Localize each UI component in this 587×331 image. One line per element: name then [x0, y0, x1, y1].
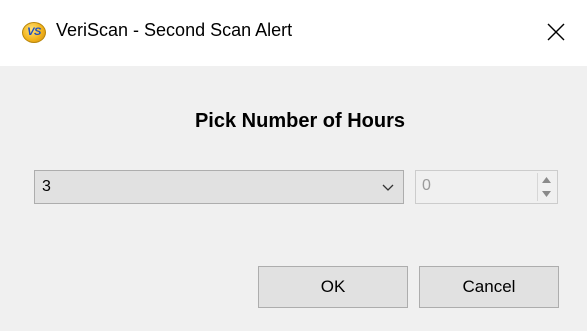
hours-select-value: 3 — [42, 178, 51, 195]
spin-down-button[interactable] — [538, 187, 555, 201]
spin-up-icon — [542, 177, 551, 183]
close-button[interactable] — [538, 14, 574, 50]
minutes-spinner[interactable]: 0 — [415, 170, 558, 204]
app-icon-text: VS — [27, 26, 41, 38]
close-icon — [547, 23, 565, 41]
spin-up-button[interactable] — [538, 173, 555, 187]
dialog-heading: Pick Number of Hours — [194, 110, 406, 132]
cancel-button[interactable]: Cancel — [419, 266, 559, 308]
veriscan-logo-icon: VS — [22, 22, 46, 43]
ok-button[interactable]: OK — [258, 266, 408, 308]
spinner-buttons — [537, 173, 555, 201]
window-title: VeriScan - Second Scan Alert — [56, 20, 293, 40]
minutes-spinner-value: 0 — [422, 177, 431, 194]
hours-select[interactable]: 3 — [34, 170, 404, 204]
chevron-down-icon — [382, 184, 394, 191]
dialog-window: VS VeriScan - Second Scan Alert Pick Num… — [0, 0, 587, 331]
spin-down-icon — [542, 191, 551, 197]
title-bar[interactable]: VS VeriScan - Second Scan Alert — [0, 0, 587, 66]
